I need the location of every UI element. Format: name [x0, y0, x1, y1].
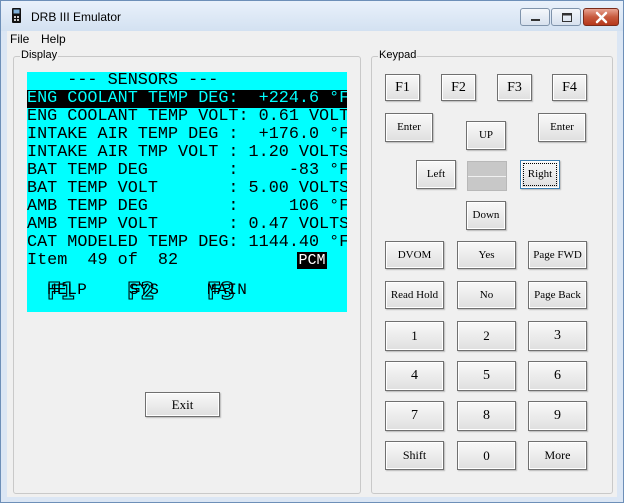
- number-4-button[interactable]: 4: [385, 361, 444, 391]
- close-button[interactable]: [583, 8, 619, 26]
- blank-center-key: [467, 161, 507, 191]
- keypad-f4-button[interactable]: F4: [552, 74, 587, 101]
- more-button[interactable]: More: [528, 441, 587, 470]
- app-window: DRB III Emulator File Help Display --- S…: [0, 0, 624, 503]
- keypad-group-label: Keypad: [378, 49, 418, 61]
- dvom-button[interactable]: DVOM: [385, 241, 444, 269]
- page-back-button[interactable]: Page Back: [528, 281, 587, 309]
- maximize-icon: [562, 13, 572, 22]
- keypad-f1-button[interactable]: F1: [385, 74, 420, 101]
- down-button[interactable]: Down: [466, 201, 506, 230]
- lcd-screen: --- SENSORS --- ENG COOLANT TEMP DEG: +2…: [27, 72, 347, 312]
- number-0-button[interactable]: 0: [457, 441, 516, 470]
- lcd-line: BAT TEMP VOLT : 5.00 VOLTS: [27, 179, 347, 198]
- title-bar[interactable]: DRB III Emulator: [1, 1, 623, 31]
- lcd-f3-label: MAIN: [207, 281, 248, 299]
- client-area: File Help Display --- SENSORS --- ENG CO…: [7, 31, 617, 497]
- window-title: DRB III Emulator: [31, 10, 122, 24]
- lcd-line: ENG COOLANT TEMP VOLT: 0.61 VOLT: [27, 107, 347, 126]
- up-button[interactable]: UP: [466, 121, 506, 150]
- menu-bar: File Help: [7, 31, 617, 49]
- lcd-f1-label: HELP: [47, 281, 88, 299]
- page-fwd-button[interactable]: Page FWD: [528, 241, 587, 269]
- menu-file[interactable]: File: [10, 32, 29, 46]
- maximize-button[interactable]: [551, 8, 581, 26]
- lcd-line: AMB TEMP DEG : 106 °F: [27, 197, 347, 216]
- minimize-icon: [531, 19, 540, 21]
- right-button[interactable]: Right: [520, 160, 560, 189]
- menu-help[interactable]: Help: [41, 32, 66, 46]
- number-7-button[interactable]: 7: [385, 401, 444, 431]
- number-3-button[interactable]: 3: [528, 321, 587, 351]
- yes-button[interactable]: Yes: [457, 241, 516, 269]
- no-button[interactable]: No: [457, 281, 516, 309]
- left-button[interactable]: Left: [416, 160, 456, 189]
- enter-right-button[interactable]: Enter: [538, 113, 586, 142]
- lcd-line: CAT MODELED TEMP DEG: 1144.40 °F: [27, 233, 347, 252]
- number-8-button[interactable]: 8: [457, 401, 516, 431]
- lcd-line: INTAKE AIR TEMP DEG : +176.0 °F: [27, 125, 347, 144]
- keypad-f2-button[interactable]: F2: [441, 74, 476, 101]
- number-6-button[interactable]: 6: [528, 361, 587, 391]
- exit-button[interactable]: Exit: [145, 392, 220, 417]
- number-2-button[interactable]: 2: [457, 321, 516, 351]
- app-icon: [12, 8, 21, 23]
- shift-button[interactable]: Shift: [385, 441, 444, 470]
- read-hold-button[interactable]: Read Hold: [385, 281, 444, 309]
- lcd-line-selected: ENG COOLANT TEMP DEG: +224.6 °F: [27, 89, 347, 108]
- enter-left-button[interactable]: Enter: [385, 113, 433, 142]
- minimize-button[interactable]: [520, 8, 550, 26]
- lcd-f2-label: SYS: [129, 281, 160, 299]
- lcd-line-header: --- SENSORS ---: [27, 72, 219, 90]
- pcm-badge: PCM: [297, 252, 327, 269]
- number-9-button[interactable]: 9: [528, 401, 587, 431]
- display-group-label: Display: [20, 49, 59, 61]
- number-1-button[interactable]: 1: [385, 321, 444, 351]
- lcd-line: BAT TEMP DEG : -83 °F: [27, 161, 347, 180]
- keypad-f3-button[interactable]: F3: [497, 74, 532, 101]
- number-5-button[interactable]: 5: [457, 361, 516, 391]
- lcd-line: AMB TEMP VOLT : 0.47 VOLTS: [27, 215, 347, 234]
- close-icon: [595, 11, 608, 24]
- lcd-line: INTAKE AIR TMP VOLT : 1.20 VOLTS: [27, 143, 347, 162]
